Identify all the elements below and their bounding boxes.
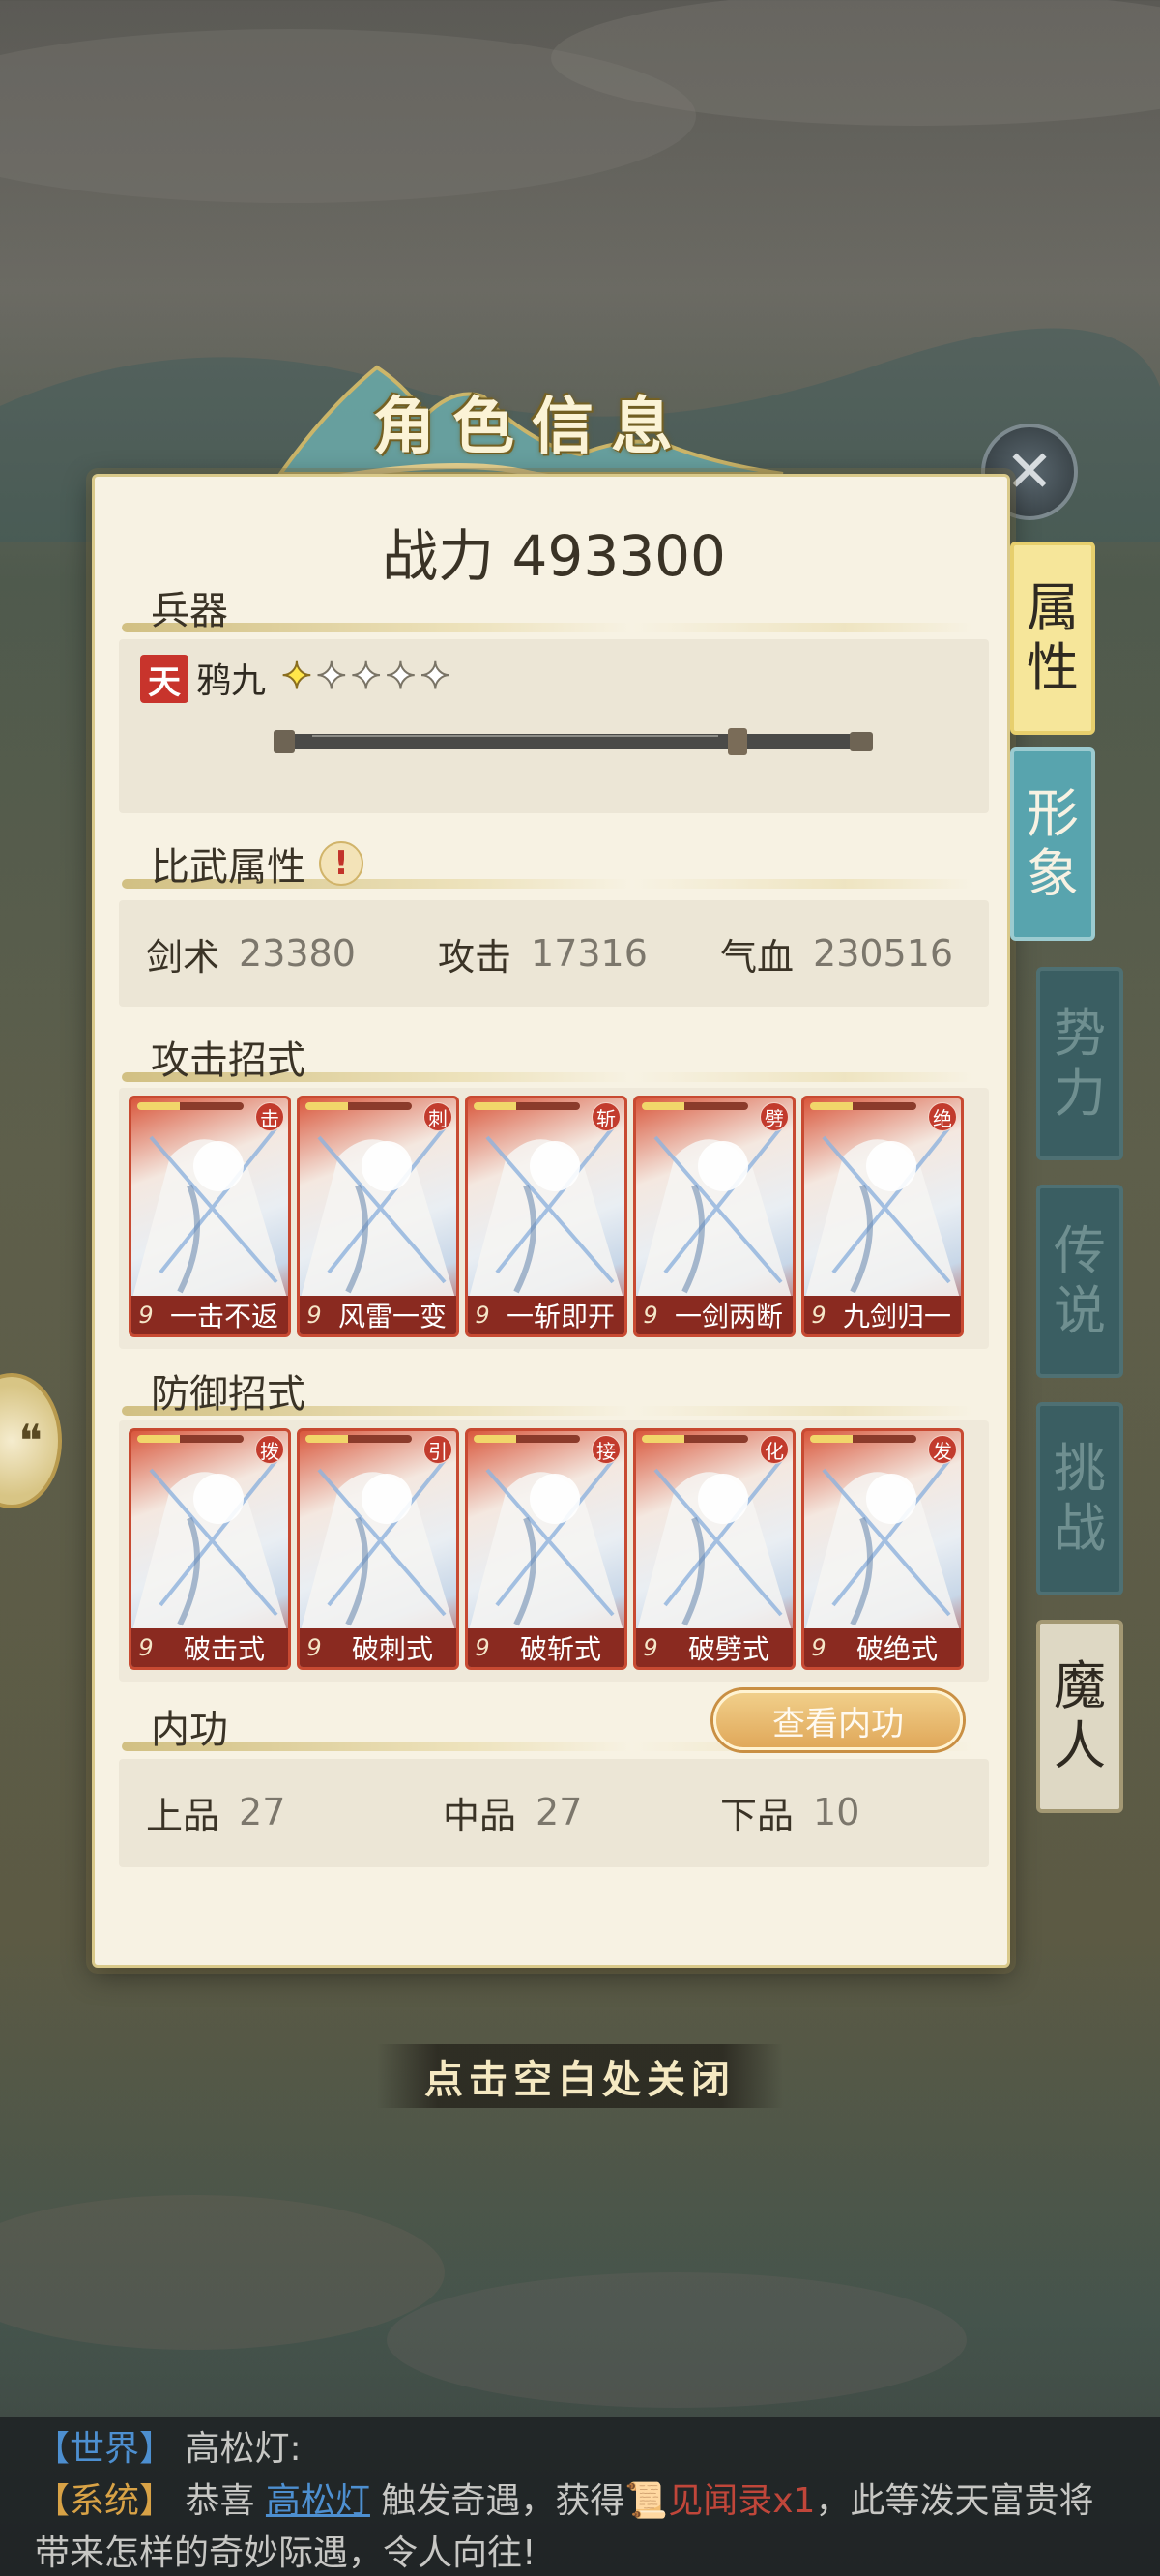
move-name: 一斩即开 — [506, 1301, 615, 1332]
move-name: 九剑归一 — [842, 1301, 951, 1332]
move-level: 9 — [475, 1302, 490, 1329]
move-name: 破劈式 — [687, 1633, 769, 1665]
defense-moves-box: 拨 9 破击式 引 9 破刺式 接 9 破斩式 化 9 破劈式 发 9 破绝式 — [119, 1420, 989, 1682]
exclamation-icon[interactable]: ! — [319, 841, 363, 886]
channel-system: 【系统】 — [35, 2481, 175, 2521]
move-level: 9 — [643, 1634, 658, 1661]
move-level: 9 — [811, 1302, 826, 1329]
view-inner-power-button[interactable]: 查看内功 — [713, 1690, 963, 1750]
star-empty-icon: ✦ — [350, 654, 383, 698]
tab-faction[interactable]: 势力 — [1036, 967, 1123, 1160]
move-name: 破绝式 — [856, 1633, 938, 1665]
defense-move-card[interactable]: 拨 9 破击式 — [129, 1428, 291, 1670]
move-type-badge: 斩 — [592, 1102, 621, 1131]
stat-swordsmanship: 剑术 23380 — [146, 932, 356, 979]
move-type-badge: 发 — [928, 1435, 957, 1464]
weapon-rank-badge: 天 — [140, 655, 188, 703]
weapon-name: 鸦九 — [196, 661, 267, 701]
attack-move-cards: 击 9 一击不返 刺 9 风雷一变 斩 9 一斩即开 劈 9 一剑两断 绝 9 九剑归一 — [129, 1096, 964, 1337]
move-type-badge: 绝 — [928, 1102, 957, 1131]
move-type-badge: 击 — [255, 1102, 284, 1131]
move-type-badge: 化 — [760, 1435, 789, 1464]
title-ornament: 角色信息 — [261, 329, 802, 493]
move-level: 9 — [811, 1634, 826, 1661]
stat-superior-grade: 上品 27 — [146, 1791, 286, 1837]
item-name[interactable]: 见闻录x1 — [668, 2481, 815, 2521]
attack-move-card[interactable]: 绝 9 九剑归一 — [801, 1096, 964, 1337]
stat-attack: 攻击 17316 — [438, 932, 648, 979]
move-name: 破刺式 — [351, 1633, 433, 1665]
defense-move-card[interactable]: 发 9 破绝式 — [801, 1428, 964, 1670]
close-icon: ✕ — [1004, 438, 1055, 506]
move-type-badge: 拨 — [255, 1435, 284, 1464]
weapon-stars: ✦ ✦ ✦ ✦ ✦ — [280, 654, 451, 698]
inner-power-box: 上品 27 中品 27 下品 10 — [119, 1759, 989, 1867]
attack-move-card[interactable]: 击 9 一击不返 — [129, 1096, 291, 1337]
chat-line-world: 【世界】 高松灯: — [35, 2429, 302, 2469]
move-level: 9 — [306, 1634, 322, 1661]
move-name: 风雷一变 — [337, 1301, 447, 1332]
move-type-badge: 引 — [423, 1435, 452, 1464]
channel-world: 【世界】 — [35, 2429, 175, 2469]
stat-middle-grade: 中品 27 — [443, 1791, 583, 1837]
move-level: 9 — [475, 1634, 490, 1661]
tab-legend[interactable]: 传说 — [1036, 1185, 1123, 1378]
tab-appearance[interactable]: 形象 — [1010, 747, 1095, 941]
attack-moves-section-title: 攻击招式 — [122, 1028, 972, 1086]
weapon-box[interactable]: 天 鸦九 ✦ ✦ ✦ ✦ ✦ — [119, 639, 989, 813]
move-name: 一击不返 — [169, 1301, 278, 1332]
move-level: 9 — [306, 1302, 322, 1329]
move-type-badge: 接 — [592, 1435, 621, 1464]
defense-move-cards: 拨 9 破击式 引 9 破刺式 接 9 破斩式 化 9 破劈式 发 9 破绝式 — [129, 1428, 964, 1670]
combat-attrs-section-title: 比武属性 ! — [122, 834, 972, 893]
chat-line-continued: 带来怎样的奇妙际遇，令人向往! — [35, 2533, 536, 2573]
tab-challenge[interactable]: 挑战 — [1036, 1402, 1123, 1595]
move-type-badge: 劈 — [760, 1102, 789, 1131]
character-info-panel: 战力 493300 兵器 天 鸦九 ✦ ✦ ✦ ✦ ✦ 比武属性 ! 剑术 23380 攻… — [92, 474, 1010, 1968]
combat-power-value: 493300 — [511, 523, 726, 589]
tab-demon[interactable]: 魔人 — [1036, 1620, 1123, 1813]
attack-moves-box: 击 9 一击不返 刺 9 风雷一变 斩 9 一斩即开 劈 9 一剑两断 绝 9 九剑归一 — [119, 1088, 989, 1349]
side-chat-icon[interactable]: ❝ — [0, 1373, 62, 1508]
move-level: 9 — [138, 1302, 154, 1329]
combat-attrs-box: 剑术 23380 攻击 17316 气血 230516 — [119, 900, 989, 1007]
defense-move-card[interactable]: 接 9 破斩式 — [465, 1428, 627, 1670]
move-level: 9 — [643, 1302, 658, 1329]
weapon-section-title: 兵器 — [122, 578, 972, 636]
attack-move-card[interactable]: 劈 9 一剑两断 — [633, 1096, 796, 1337]
chat-line-system: 【系统】 恭喜 高松灯 触发奇遇，获得📜见闻录x1，此等泼天富贵将 — [35, 2481, 1094, 2521]
defense-moves-section-title: 防御招式 — [122, 1361, 972, 1420]
star-empty-icon: ✦ — [419, 654, 451, 698]
move-level: 9 — [138, 1634, 154, 1661]
star-empty-icon: ✦ — [315, 654, 348, 698]
attack-move-card[interactable]: 斩 9 一斩即开 — [465, 1096, 627, 1337]
move-name: 破斩式 — [519, 1633, 601, 1665]
sword-icon — [274, 728, 873, 755]
player-name-link[interactable]: 高松灯 — [266, 2481, 370, 2521]
inner-power-section-title: 内功 — [122, 1697, 972, 1755]
defense-move-card[interactable]: 引 9 破刺式 — [297, 1428, 459, 1670]
attack-move-card[interactable]: 刺 9 风雷一变 — [297, 1096, 459, 1337]
chat-panel[interactable]: 【世界】 高松灯: 【系统】 恭喜 高松灯 触发奇遇，获得📜见闻录x1，此等泼天… — [0, 2417, 1160, 2576]
close-hint[interactable]: 点击空白处关闭 — [377, 2044, 783, 2108]
move-name: 一剑两断 — [674, 1301, 783, 1332]
move-name: 破击式 — [183, 1633, 265, 1665]
book-icon: 📜 — [624, 2481, 669, 2521]
panel-title: 角色信息 — [373, 391, 690, 463]
combat-power-label: 战力 — [382, 523, 495, 589]
tab-attributes[interactable]: 属性 — [1010, 542, 1095, 735]
star-filled-icon: ✦ — [280, 654, 313, 698]
stat-hp: 气血 230516 — [720, 932, 954, 979]
stat-lower-grade: 下品 10 — [720, 1791, 860, 1837]
defense-move-card[interactable]: 化 9 破劈式 — [633, 1428, 796, 1670]
combat-power: 战力 493300 — [95, 511, 1013, 592]
move-type-badge: 刺 — [423, 1102, 452, 1131]
star-empty-icon: ✦ — [385, 654, 418, 698]
